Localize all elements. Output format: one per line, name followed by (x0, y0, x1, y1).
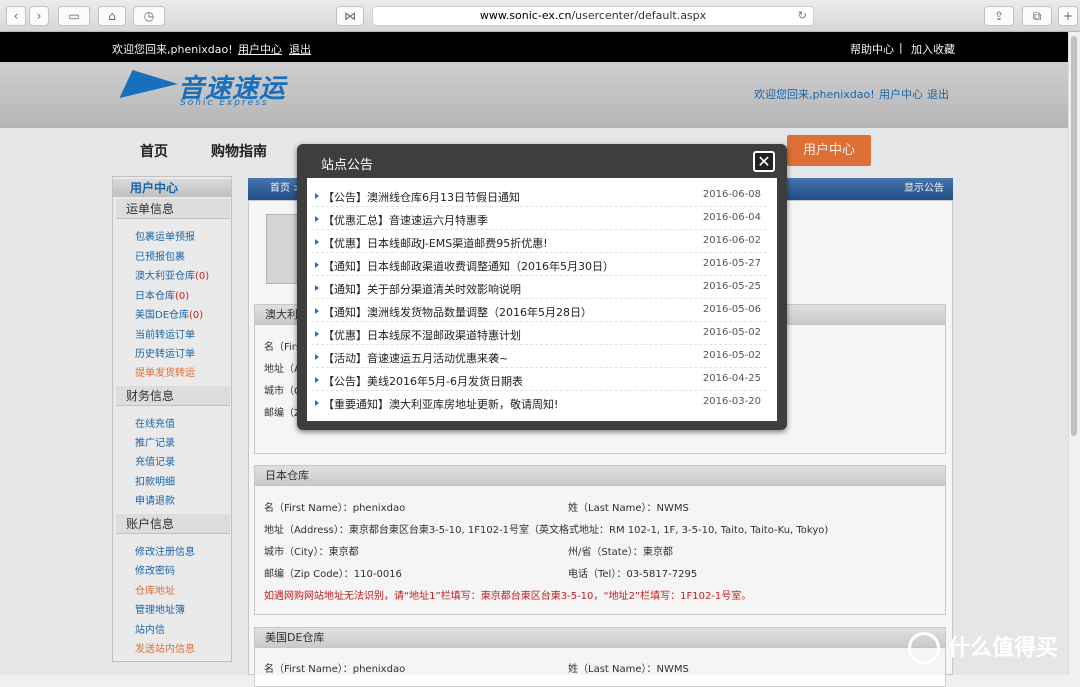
notice-title[interactable]: 【重要通知】澳大利亚库房地址更新，敬请周知! (323, 396, 558, 412)
arrow-right-icon (315, 262, 319, 268)
arrow-right-icon (315, 308, 319, 314)
notice-title[interactable]: 【通知】澳洲线发货物品数量调整（2016年5月28日） (323, 304, 592, 320)
watermark-text: 什么值得买 (948, 636, 1059, 661)
scrollbar-thumb[interactable] (1071, 36, 1077, 436)
arrow-right-icon (315, 216, 319, 222)
sidebar-toggle-icon[interactable]: ▭ (58, 6, 90, 26)
notice-date: 2016-03-20 (702, 396, 761, 407)
arrow-right-icon (315, 331, 319, 337)
notice-title[interactable]: 【优惠汇总】音速速运六月特惠季 (323, 212, 488, 228)
notice-date: 2016-06-08 (702, 189, 761, 200)
list-item[interactable]: 【通知】日本线邮政渠道收费调整通知（2016年5月30日） 2016-05-27 (311, 253, 767, 276)
notice-date: 2016-04-25 (702, 373, 761, 384)
notice-modal: 站点公告 ✕ 【公告】澳洲线仓库6月13日节假日通知 2016-06-08 【优惠… (297, 144, 787, 430)
browser-toolbar: ‹ › ▭ ⌂ ◷ ⋈ www.sonic-ex.cn/usercenter/d… (0, 0, 1080, 32)
home-icon[interactable]: ⌂ (98, 6, 126, 26)
share-icon[interactable]: ⇪ (984, 6, 1014, 26)
close-icon[interactable]: ✕ (753, 151, 775, 172)
arrow-right-icon (315, 400, 319, 406)
url-domain: www.sonic-ex.cn (479, 9, 572, 22)
notice-title[interactable]: 【活动】音速速运五月活动优惠来袭~ (323, 350, 508, 366)
notice-list: 【公告】澳洲线仓库6月13日节假日通知 2016-06-08 【优惠汇总】音速速运… (307, 178, 777, 421)
chevron-left-icon[interactable]: ‹ (6, 6, 26, 26)
notice-title[interactable]: 【优惠】日本线尿不湿邮政渠道特惠计划 (323, 327, 521, 343)
modal-title: 站点公告 (321, 158, 374, 173)
list-item[interactable]: 【优惠汇总】音速速运六月特惠季 2016-06-04 (311, 207, 767, 230)
reader-icon[interactable]: ⋈ (336, 6, 364, 26)
notice-date: 2016-05-25 (702, 281, 761, 292)
reload-icon[interactable]: ↻ (798, 7, 807, 25)
notice-title[interactable]: 【公告】美线2016年5月-6月发货日期表 (323, 373, 523, 389)
url-path: /usercenter/default.aspx (571, 9, 707, 22)
notice-title[interactable]: 【通知】关于部分渠道清关时效影响说明 (323, 281, 521, 297)
chevron-right-icon[interactable]: › (29, 6, 49, 26)
notice-date: 2016-05-06 (702, 304, 761, 315)
list-item[interactable]: 【通知】澳洲线发货物品数量调整（2016年5月28日） 2016-05-06 (311, 299, 767, 322)
arrow-right-icon (315, 193, 319, 199)
list-item[interactable]: 【公告】澳洲线仓库6月13日节假日通知 2016-06-08 (311, 184, 767, 207)
notice-date: 2016-05-02 (702, 350, 761, 361)
add-tab-icon[interactable]: + (1058, 6, 1078, 26)
notice-title[interactable]: 【公告】澳洲线仓库6月13日节假日通知 (323, 189, 520, 205)
list-item[interactable]: 【优惠】日本线尿不湿邮政渠道特惠计划 2016-05-02 (311, 322, 767, 345)
tabs-icon[interactable]: ⧉ (1022, 6, 1052, 26)
notice-date: 2016-06-02 (702, 235, 761, 246)
notice-title[interactable]: 【优惠】日本线邮政J-EMS渠道邮费95折优惠! (323, 235, 548, 251)
list-item[interactable]: 【公告】美线2016年5月-6月发货日期表 2016-04-25 (311, 368, 767, 391)
arrow-right-icon (315, 239, 319, 245)
watermark-logo-icon (908, 632, 940, 664)
list-item[interactable]: 【优惠】日本线邮政J-EMS渠道邮费95折优惠! 2016-06-02 (311, 230, 767, 253)
arrow-right-icon (315, 354, 319, 360)
notice-date: 2016-05-02 (702, 327, 761, 338)
list-item[interactable]: 【活动】音速速运五月活动优惠来袭~ 2016-05-02 (311, 345, 767, 368)
list-item[interactable]: 【重要通知】澳大利亚库房地址更新，敬请周知! 2016-03-20 (311, 391, 767, 414)
notice-title[interactable]: 【通知】日本线邮政渠道收费调整通知（2016年5月30日） (323, 258, 614, 274)
url-bar[interactable]: www.sonic-ex.cn/usercenter/default.aspx … (372, 6, 814, 26)
notice-date: 2016-05-27 (702, 258, 761, 269)
notice-date: 2016-06-04 (702, 212, 761, 223)
arrow-right-icon (315, 377, 319, 383)
history-icon[interactable]: ◷ (133, 6, 165, 26)
arrow-right-icon (315, 285, 319, 291)
list-item[interactable]: 【通知】关于部分渠道清关时效影响说明 2016-05-25 (311, 276, 767, 299)
